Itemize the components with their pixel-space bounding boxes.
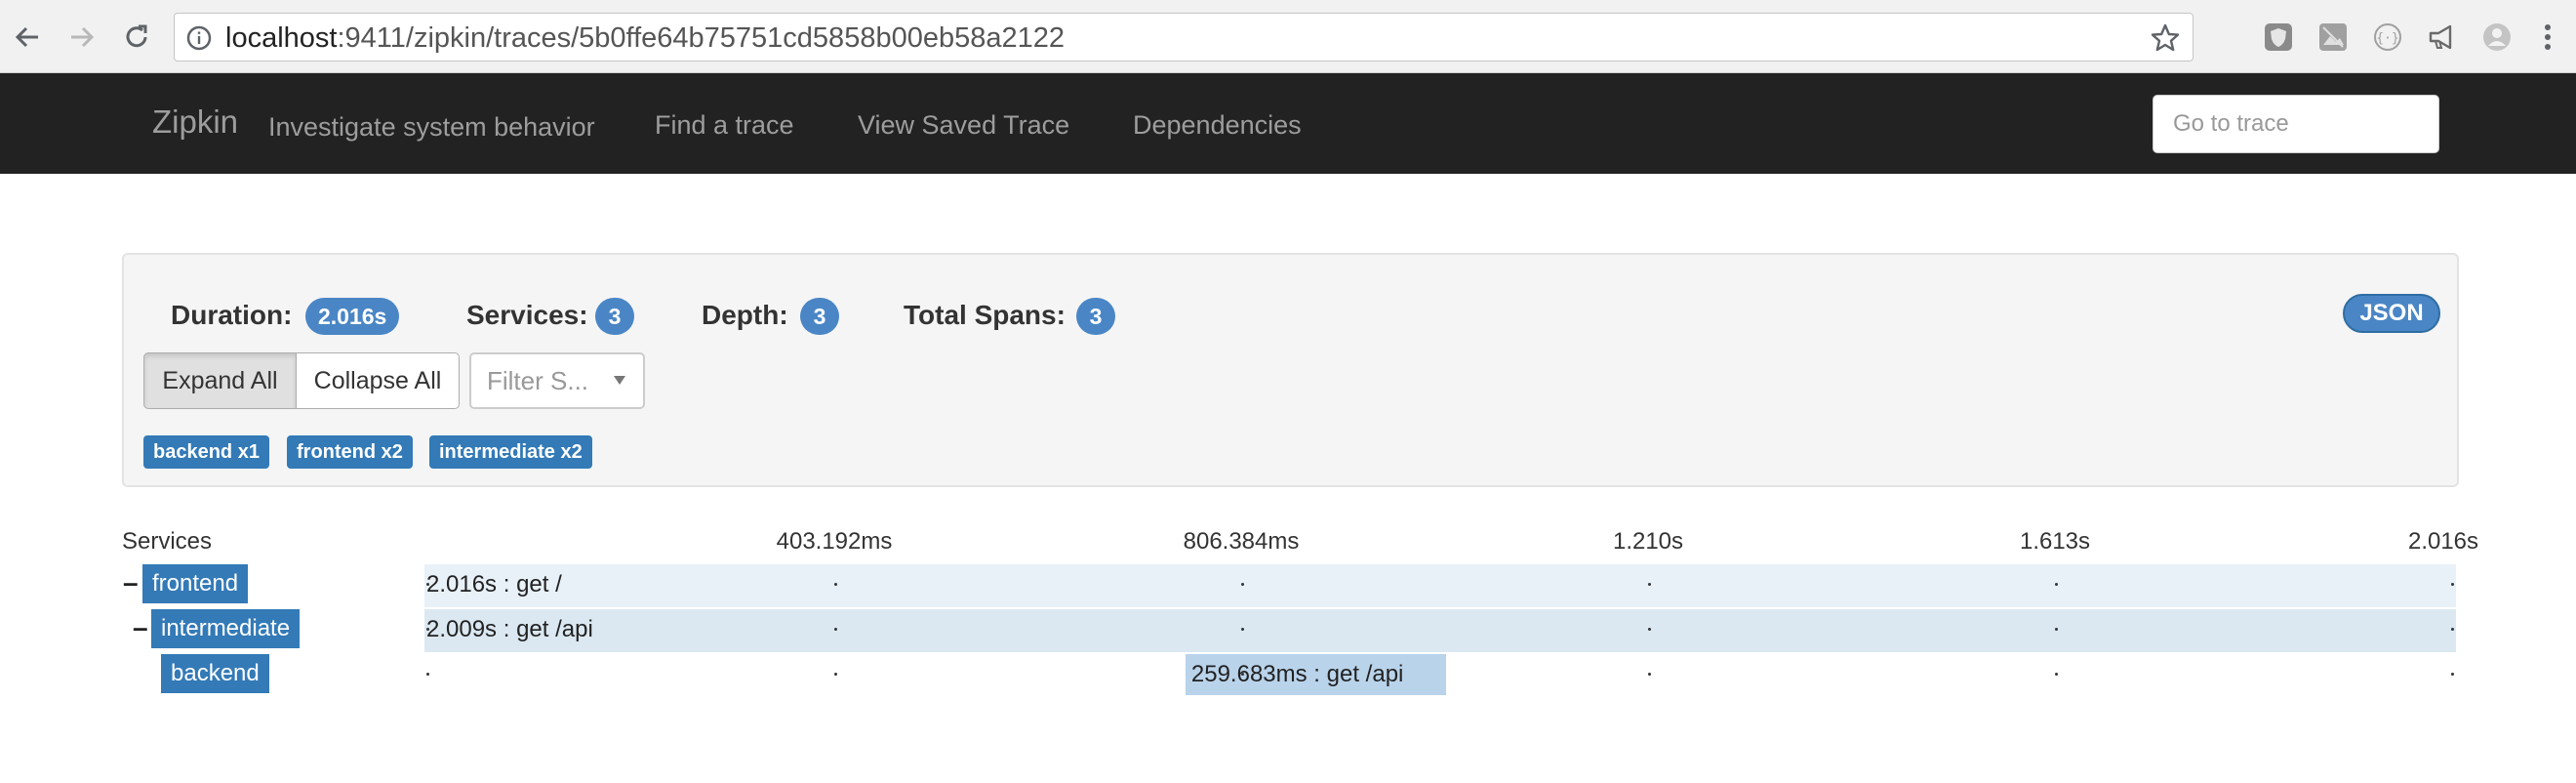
collapse-toggle[interactable]: – — [133, 612, 148, 643]
service-name-label[interactable]: backend — [161, 654, 269, 693]
svg-text:{·}: {·} — [2376, 31, 2398, 46]
forward-button[interactable] — [62, 18, 101, 57]
url-text[interactable]: localhost:9411/zipkin/traces/5b0ffe64b75… — [225, 23, 1065, 53]
browser-menu-icon[interactable] — [2531, 21, 2564, 54]
total-spans-label: Total Spans: — [904, 300, 1066, 330]
browser-toolbar: localhost:9411/zipkin/traces/5b0ffe64b75… — [0, 0, 2576, 73]
brand-logo[interactable]: Zipkin — [152, 103, 238, 141]
forward-arrow-icon — [71, 26, 95, 48]
tick-marker — [834, 583, 837, 586]
span-duration-label: 2.016s : get / — [426, 571, 562, 598]
extension-megaphone-icon[interactable] — [2426, 21, 2459, 54]
zipkin-navbar: Zipkin Investigate system behavior Find … — [0, 73, 2576, 174]
url-path: :9411/zipkin/traces/5b0ffe64b75751cd5858… — [337, 22, 1065, 54]
span-bar — [424, 564, 2456, 607]
nav-view-saved-trace[interactable]: View Saved Trace — [858, 110, 1069, 141]
url-host: localhost — [225, 22, 338, 54]
service-name-label[interactable]: frontend — [142, 564, 249, 603]
expand-all-button[interactable]: Expand All — [143, 352, 297, 409]
service-tag-backend[interactable]: backend x1 — [143, 435, 269, 469]
tick-marker — [2055, 628, 2058, 631]
back-button[interactable] — [8, 18, 47, 57]
filter-services-select[interactable]: Filter S... — [469, 352, 645, 409]
tick-marker — [1648, 673, 1651, 676]
timeline-tick-label: 806.384ms — [1183, 528, 1300, 555]
tick-marker — [2451, 673, 2454, 676]
trace-summary-panel: Duration: 2.016s Services: 3 Depth: 3 To… — [122, 253, 2459, 487]
tick-marker — [2451, 583, 2454, 586]
info-icon[interactable] — [186, 25, 212, 51]
service-tag-frontend[interactable]: frontend x2 — [287, 435, 413, 469]
tick-marker — [426, 673, 429, 676]
caret-down-icon — [614, 376, 625, 385]
tick-marker — [1648, 628, 1651, 631]
tick-marker — [2055, 673, 2058, 676]
services-badge: 3 — [595, 298, 634, 335]
back-arrow-icon — [15, 26, 38, 48]
tick-marker — [1241, 583, 1244, 586]
tick-marker — [834, 628, 837, 631]
collapse-all-button[interactable]: Collapse All — [296, 352, 460, 409]
timeline-tick-label: 1.613s — [2019, 528, 2091, 555]
tick-marker — [2451, 628, 2454, 631]
go-to-trace-input[interactable] — [2153, 95, 2439, 153]
depth-badge: 3 — [800, 298, 839, 335]
nav-find-a-trace[interactable]: Find a trace — [655, 110, 794, 141]
bookmark-star-icon[interactable] — [2150, 22, 2181, 54]
services-label: Services: — [466, 300, 588, 330]
extension-image-icon[interactable] — [2316, 21, 2350, 54]
tick-marker — [834, 673, 837, 676]
timeline-tick-label: 403.192ms — [776, 528, 893, 555]
reload-button[interactable] — [117, 18, 156, 57]
address-bar[interactable]: localhost:9411/zipkin/traces/5b0ffe64b75… — [174, 13, 2194, 62]
span-bar — [424, 609, 2456, 652]
tick-marker — [1241, 628, 1244, 631]
collapse-toggle[interactable]: – — [123, 567, 139, 598]
brand-tagline: Investigate system behavior — [268, 112, 595, 142]
extension-shield-icon[interactable] — [2262, 21, 2295, 54]
service-tag-intermediate[interactable]: intermediate x2 — [429, 435, 592, 469]
timeline-tick-label: 2.016s — [2407, 528, 2479, 555]
services-column-header: Services — [122, 528, 213, 555]
nav-dependencies[interactable]: Dependencies — [1133, 110, 1302, 141]
service-name-label[interactable]: intermediate — [151, 609, 301, 648]
filter-services-placeholder: Filter S... — [487, 366, 589, 395]
duration-label: Duration: — [171, 300, 293, 330]
reload-icon — [126, 24, 147, 48]
json-button[interactable]: JSON — [2343, 294, 2440, 333]
extension-profile-icon[interactable] — [2480, 21, 2514, 54]
timeline-tick-label: 1.210s — [1612, 528, 1684, 555]
span-duration-label: 259.683ms : get /api — [1190, 661, 1404, 687]
duration-badge: 2.016s — [305, 298, 400, 335]
total-spans-badge: 3 — [1076, 298, 1115, 335]
extension-code-icon[interactable]: {·} — [2371, 21, 2404, 54]
depth-label: Depth: — [702, 300, 788, 330]
span-duration-label: 2.009s : get /api — [426, 616, 593, 642]
tick-marker — [1648, 583, 1651, 586]
tick-marker — [2055, 583, 2058, 586]
